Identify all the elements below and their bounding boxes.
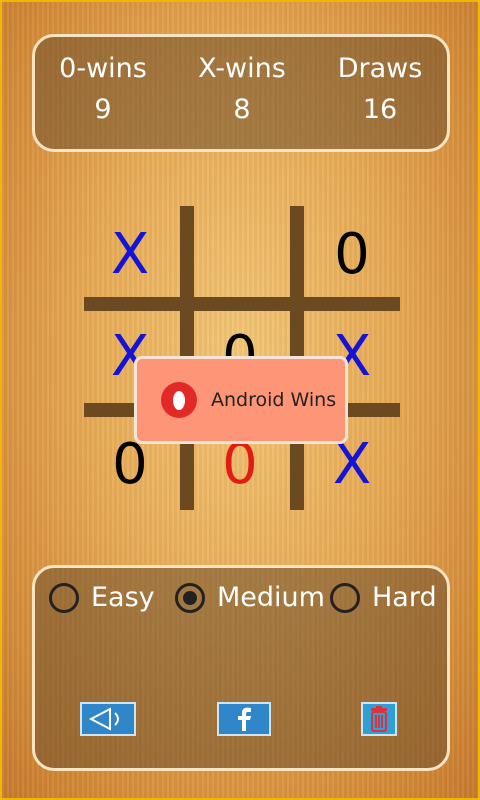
difficulty-medium-radio[interactable]: Medium xyxy=(175,582,325,613)
radio-circle-icon xyxy=(49,582,79,613)
x-wins-label: X-wins xyxy=(198,53,286,84)
cell-2[interactable]: 0 xyxy=(302,210,402,300)
speaker-icon xyxy=(88,707,119,731)
scoreboard-panel: 0-wins 9 X-wins 8 Draws 16 xyxy=(32,34,450,152)
sound-button[interactable] xyxy=(80,702,136,736)
cell-1[interactable] xyxy=(190,210,290,300)
radio-selected-icon xyxy=(175,582,205,613)
trash-icon xyxy=(371,706,387,732)
result-toast: Android Wins xyxy=(134,356,348,444)
difficulty-medium-label: Medium xyxy=(217,582,325,613)
o-wins-count: 9 xyxy=(94,94,112,125)
difficulty-hard-radio[interactable]: Hard xyxy=(330,582,437,613)
controls-panel: Easy Medium Hard xyxy=(32,565,450,771)
facebook-share-button[interactable] xyxy=(217,702,271,736)
o-wins-label: 0-wins xyxy=(59,53,147,84)
draws-label: Draws xyxy=(337,53,423,84)
facebook-icon xyxy=(238,707,251,731)
x-wins-column: X-wins 8 xyxy=(172,53,312,125)
o-mark-icon xyxy=(161,382,197,418)
x-wins-count: 8 xyxy=(233,94,251,125)
difficulty-hard-label: Hard xyxy=(372,582,437,613)
difficulty-easy-label: Easy xyxy=(91,582,155,613)
difficulty-easy-radio[interactable]: Easy xyxy=(49,582,155,613)
draws-column: Draws 16 xyxy=(310,53,450,125)
toast-message: Android Wins xyxy=(211,389,337,411)
radio-circle-icon xyxy=(330,582,360,613)
cell-0[interactable]: X xyxy=(80,210,180,300)
reset-button[interactable] xyxy=(361,702,397,736)
draws-count: 16 xyxy=(362,94,398,125)
o-wins-column: 0-wins 9 xyxy=(33,53,173,125)
